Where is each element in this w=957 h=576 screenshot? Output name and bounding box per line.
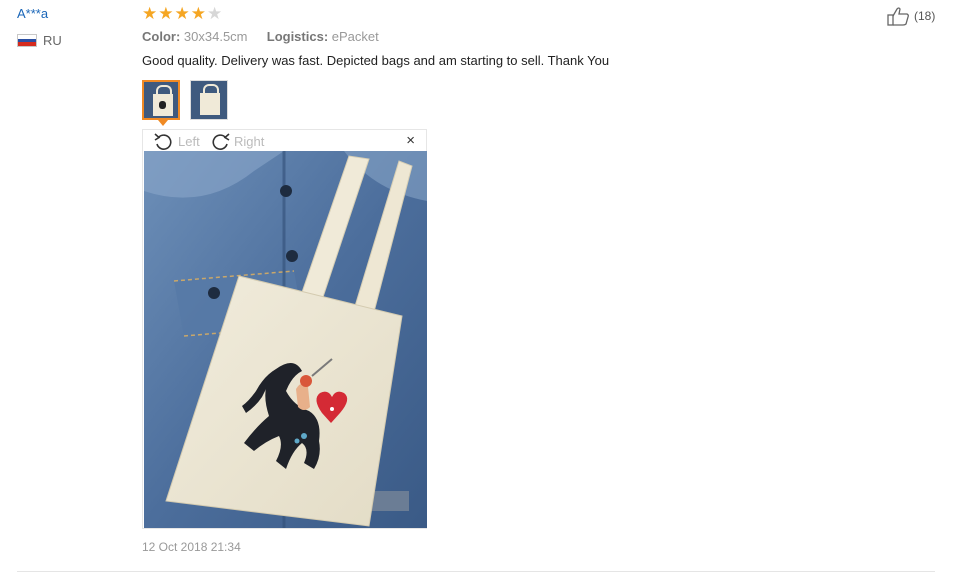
review-photo-thumbnail-1[interactable] xyxy=(142,80,180,120)
order-attributes: Color: 30x34.5cm Logistics: ePacket xyxy=(142,29,379,44)
rotate-right-label: Right xyxy=(234,133,265,149)
color-value: 30x34.5cm xyxy=(183,29,248,44)
review-photo-thumbnail-2[interactable] xyxy=(190,80,228,120)
logistics-label: Logistics: xyxy=(266,29,329,44)
helpful-count: (18) xyxy=(914,9,936,23)
viewer-controls: Left Right × xyxy=(143,130,426,151)
rotate-right-icon xyxy=(212,133,230,150)
selected-thumbnail-caret xyxy=(158,120,168,126)
logistics-value: ePacket xyxy=(331,29,379,44)
thumbs-up-icon xyxy=(887,7,909,26)
review-date: 12 Oct 2018 21:34 xyxy=(142,540,241,554)
country-code: RU xyxy=(43,33,62,48)
star-icon: ★ xyxy=(207,4,223,23)
rotate-left-icon xyxy=(154,133,172,150)
tote-bag-on-denim-jacket-photo xyxy=(144,151,427,528)
star-icon: ★ xyxy=(174,4,190,23)
photo-viewer: Left Right × xyxy=(142,129,427,529)
russia-flag-icon xyxy=(17,34,37,47)
rotate-left-label: Left xyxy=(178,133,200,149)
reviewer-country: RU xyxy=(17,33,62,48)
rotate-right-button[interactable]: Right xyxy=(209,132,264,150)
star-rating: ★ ★ ★ ★ ★ xyxy=(142,5,222,22)
star-icon: ★ xyxy=(190,4,206,23)
review-divider xyxy=(17,571,935,572)
star-icon: ★ xyxy=(158,4,174,23)
star-icon: ★ xyxy=(142,4,158,23)
reviewer-name[interactable]: A***a xyxy=(17,6,48,21)
helpful-button[interactable]: (18) xyxy=(887,6,935,26)
review-text: Good quality. Delivery was fast. Depicte… xyxy=(142,53,610,68)
rotate-left-button[interactable]: Left xyxy=(153,132,200,150)
color-label: Color: xyxy=(142,29,181,44)
close-viewer-button[interactable]: × xyxy=(406,132,415,149)
